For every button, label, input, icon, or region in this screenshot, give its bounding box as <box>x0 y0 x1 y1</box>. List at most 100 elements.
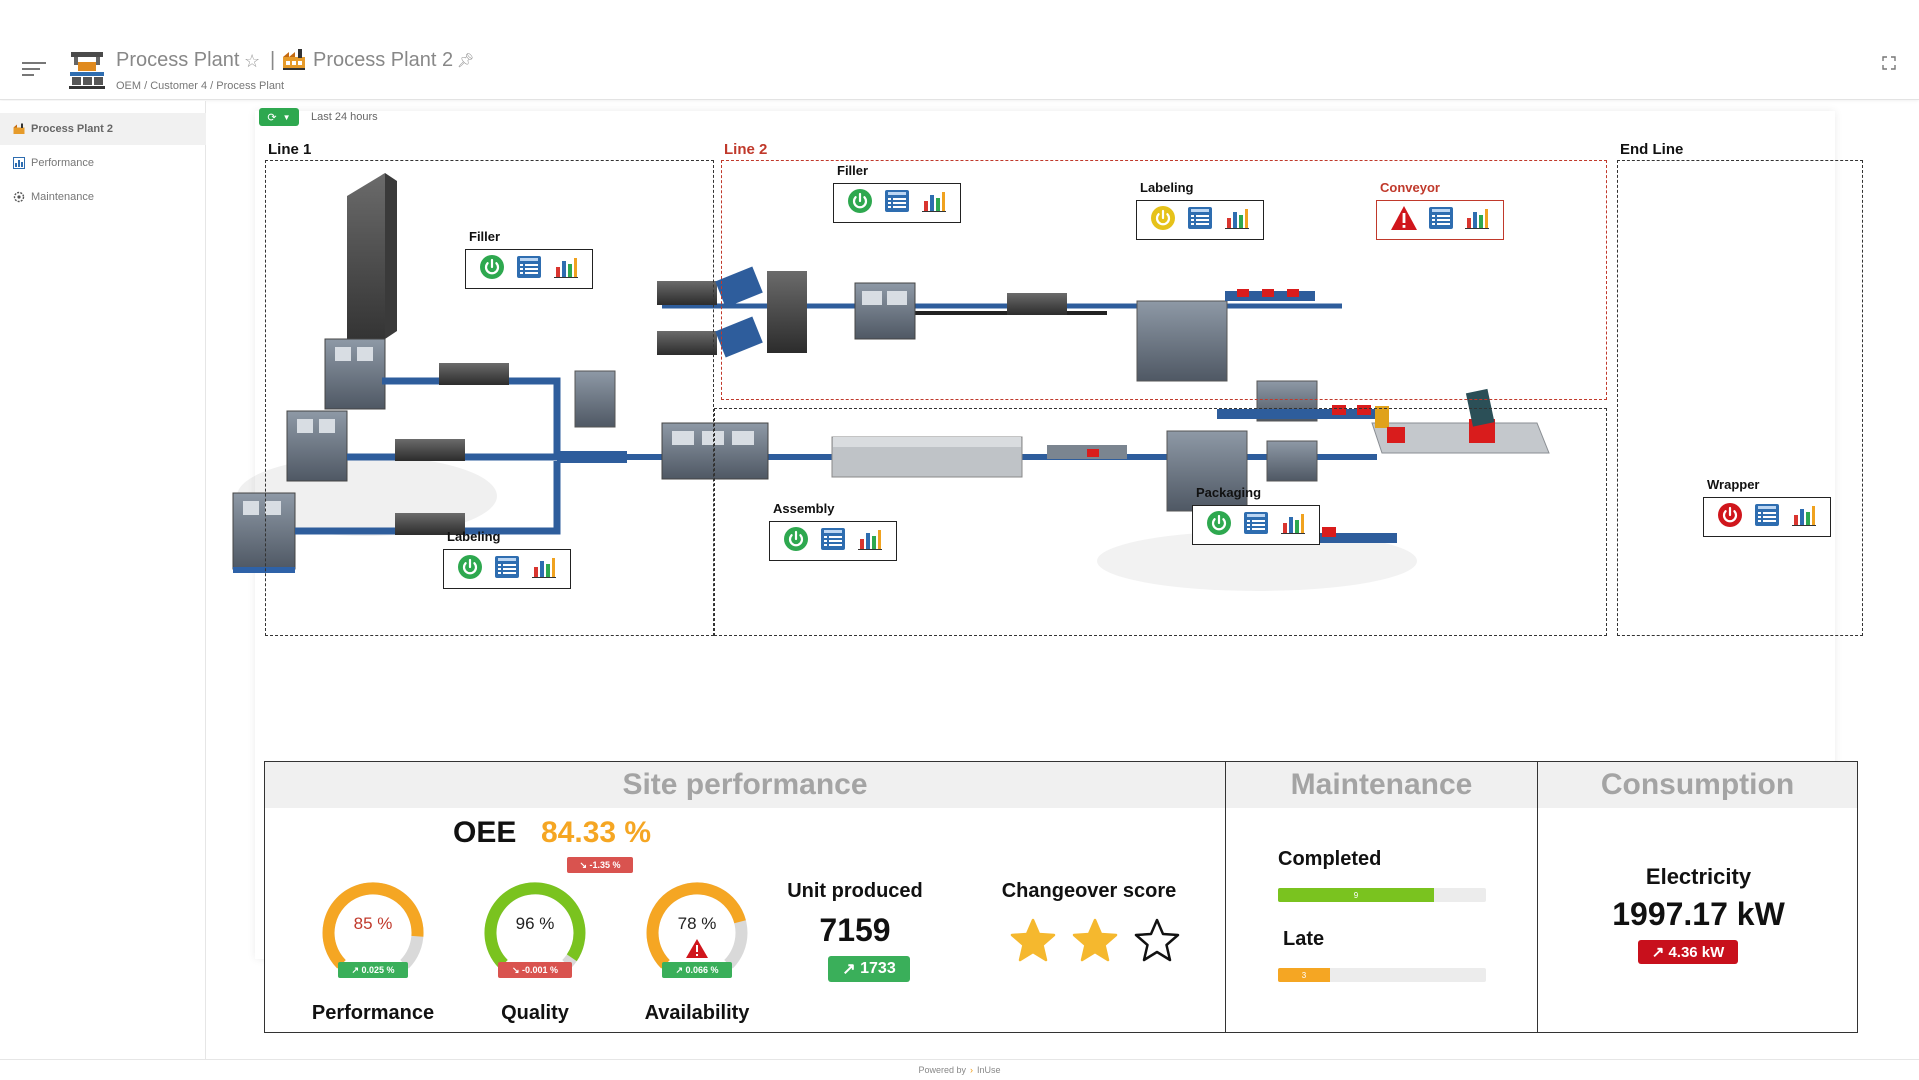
factory-icon <box>283 49 305 70</box>
title-separator: | <box>270 49 276 71</box>
details-list-icon[interactable] <box>1428 206 1454 235</box>
machine-controls <box>465 249 593 289</box>
line-1-label: Line 1 <box>268 141 312 158</box>
power-status-icon[interactable] <box>457 554 483 585</box>
details-list-icon[interactable] <box>884 189 910 218</box>
oee-change-badge: ↘ -1.35 % <box>567 857 633 873</box>
brand-link[interactable]: InUse <box>977 1065 1001 1075</box>
gear-icon <box>13 191 25 203</box>
trend-up-icon: ↗ <box>351 964 359 975</box>
bar-chart-icon[interactable] <box>1224 206 1250 235</box>
brand-arrow-icon: › <box>970 1065 973 1075</box>
gauge-change-badge: ↗ 0.066 % <box>662 962 732 978</box>
trend-up-icon: ↗ <box>1651 944 1665 961</box>
line-2-label: Line 2 <box>724 141 768 158</box>
details-list-icon[interactable] <box>516 255 542 284</box>
sidebar-item-performance[interactable]: Performance <box>0 147 206 179</box>
gauge-value: 85 % <box>353 914 393 933</box>
pin-icon[interactable]: 📌︎ <box>457 52 475 69</box>
app-root: Process Plant ☆ | Process Plant 2 📌︎ OEM… <box>0 0 1919 1080</box>
power-status-icon[interactable] <box>783 526 809 557</box>
machine-label: Labeling <box>447 529 501 544</box>
machine-conveyor-line2: Conveyor <box>1376 180 1504 240</box>
details-list-icon[interactable] <box>820 527 846 556</box>
maintenance-card: Maintenance Completed 9 Late 3 <box>1225 761 1538 1033</box>
units-produced-value: 7159 <box>819 912 891 948</box>
refresh-icon: ⟳ <box>267 111 277 124</box>
bar-chart-icon <box>13 157 25 169</box>
gauge-label-availability: Availability <box>644 1002 750 1024</box>
breadcrumb[interactable]: OEM / Customer 4 / Process Plant <box>116 80 284 92</box>
oee-value: 84.33 % <box>541 816 652 849</box>
gauge-quality: 96 % ↘ -0.001 % <box>477 876 593 978</box>
sidebar: Process Plant 2 Performance Maintenance <box>0 101 206 1059</box>
power-status-icon[interactable] <box>1206 510 1232 541</box>
footer: Powered by › InUse <box>0 1059 1919 1080</box>
machine-controls <box>443 549 571 589</box>
star-filled-icon <box>1072 918 1118 962</box>
end-line-label: End Line <box>1620 141 1684 158</box>
machine-controls <box>1192 505 1320 545</box>
gauge-value: 96 % <box>515 914 555 933</box>
machine-label: Packaging <box>1196 485 1262 500</box>
menu-icon[interactable] <box>22 62 46 78</box>
bar-chart-icon[interactable] <box>553 255 579 284</box>
bar-chart-icon[interactable] <box>1280 511 1306 540</box>
factory-icon <box>13 123 25 134</box>
machine-labeling-line1: Labeling <box>443 529 571 589</box>
sidebar-item-label: Process Plant 2 <box>31 123 113 135</box>
refresh-button[interactable]: ⟳ ▼ <box>259 108 299 126</box>
star-empty-icon <box>1134 918 1180 962</box>
details-list-icon[interactable] <box>494 555 520 584</box>
machine-wrapper: Wrapper <box>1703 477 1831 537</box>
electricity-label: Electricity <box>1645 864 1752 889</box>
sidebar-item-label: Maintenance <box>31 191 94 203</box>
details-list-icon[interactable] <box>1754 503 1780 532</box>
gauge-change-badge: ↘ -0.001 % <box>498 962 572 978</box>
alarm-warning-icon[interactable] <box>1390 205 1418 236</box>
late-bar: 3 <box>1278 968 1486 982</box>
details-list-icon[interactable] <box>1187 206 1213 235</box>
changeover-score-label: Changeover score <box>1001 880 1177 902</box>
consumption-title: Consumption <box>1538 762 1857 808</box>
late-bar-fill: 3 <box>1278 968 1330 982</box>
bar-chart-icon[interactable] <box>921 189 947 218</box>
chevron-down-icon: ▼ <box>282 112 291 122</box>
gauge-label-quality: Quality <box>501 1002 569 1024</box>
machine-assembly: Assembly <box>769 501 897 561</box>
site-performance-card: Site performance OEE 84.33 % ↘ -1.35 % 8… <box>264 761 1226 1033</box>
gauge-performance: 85 % ↗ 0.025 % <box>315 876 431 978</box>
consumption-card: Consumption Electricity 1997.17 kW ↗ 4.3… <box>1537 761 1858 1033</box>
fullscreen-icon[interactable] <box>1882 56 1896 70</box>
top-header: Process Plant ☆ | Process Plant 2 📌︎ OEM… <box>0 0 1919 100</box>
details-list-icon[interactable] <box>1243 511 1269 540</box>
bar-chart-icon[interactable] <box>857 527 883 556</box>
completed-bar: 9 <box>1278 888 1486 902</box>
gauge-change-badge: ↗ 0.025 % <box>338 962 408 978</box>
power-status-icon[interactable] <box>1717 502 1743 533</box>
machine-controls <box>1136 200 1264 240</box>
electricity-value: 1997.17 kW <box>1612 896 1785 932</box>
time-range-selector[interactable]: Last 24 hours <box>311 111 378 123</box>
power-status-icon[interactable] <box>847 188 873 219</box>
bar-chart-icon[interactable] <box>1791 503 1817 532</box>
powered-by-text: Powered by <box>918 1065 966 1075</box>
units-change-badge: ↗ 1733 <box>828 956 910 982</box>
machine-label: Labeling <box>1140 180 1194 195</box>
main-content: ⟳ ▼ Last 24 hours Line 1 Line 2 End Line… <box>207 101 1919 1059</box>
completed-bar-fill: 9 <box>1278 888 1434 902</box>
site-performance-title: Site performance <box>265 762 1225 808</box>
machine-labeling-line2: Labeling <box>1136 180 1264 240</box>
bar-chart-icon[interactable] <box>531 555 557 584</box>
trend-down-icon: ↘ <box>511 964 520 975</box>
machine-controls <box>769 521 897 561</box>
sidebar-item-maintenance[interactable]: Maintenance <box>0 181 206 213</box>
power-status-icon[interactable] <box>479 254 505 285</box>
bar-chart-icon[interactable] <box>1464 206 1490 235</box>
favorite-star-icon[interactable]: ☆ <box>244 51 260 72</box>
power-status-icon[interactable] <box>1150 205 1176 236</box>
star-filled-icon <box>1010 918 1056 962</box>
page-title: Process Plant <box>116 49 240 71</box>
sidebar-item-process-plant-2[interactable]: Process Plant 2 <box>0 113 206 145</box>
end-line-zone <box>1617 160 1863 636</box>
